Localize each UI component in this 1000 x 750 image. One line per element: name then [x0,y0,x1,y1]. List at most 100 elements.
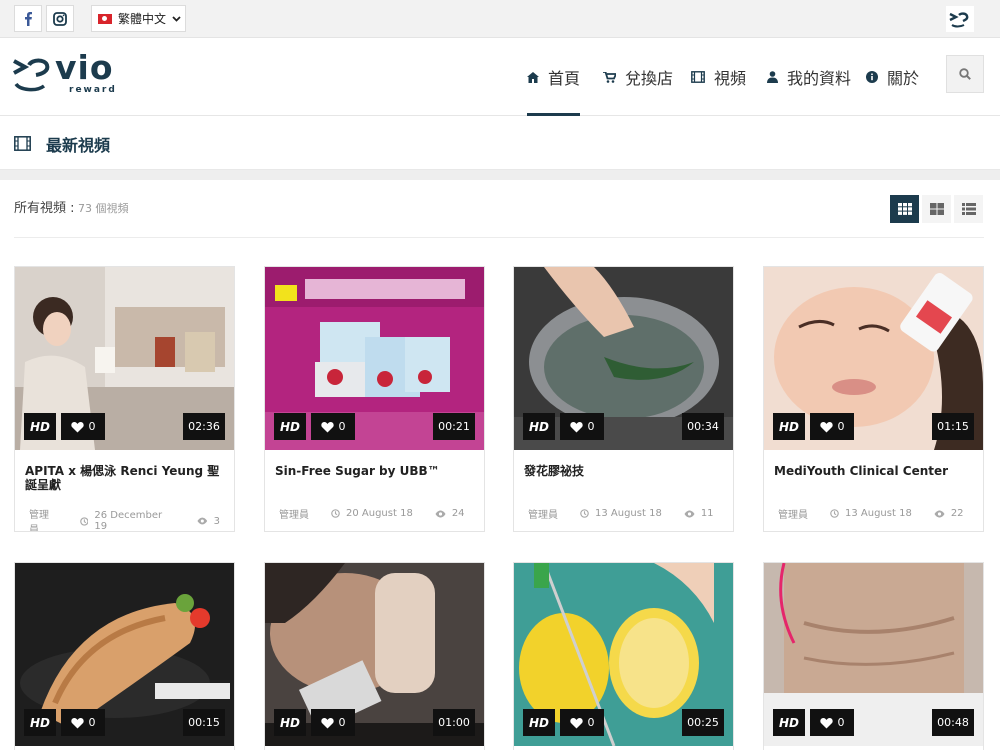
nav-about[interactable]: 關於 [866,38,919,116]
hd-badge: HD [24,413,56,440]
hd-badge: HD [523,709,555,736]
eye-icon [197,517,208,525]
nav-videos-label: 視頻 [714,69,747,88]
video-card[interactable]: HD 0 02:36 APITA x 楊偲泳 Renci Yeung 聖誕呈獻 … [14,266,235,532]
video-meta: 管理員 26 December 19 3 [15,500,234,532]
video-meta: 管理員 13 August 18 11 [514,500,733,531]
like-button[interactable]: 0 [61,413,105,440]
publish-date: 26 December 19 [94,510,163,532]
video-thumbnail[interactable]: HD 0 01:15 [764,267,983,450]
video-count-label: 所有視頻 : [14,201,75,216]
hd-badge: HD [523,413,555,440]
nav-home-label: 首頁 [548,69,581,88]
grid-large-icon [929,203,944,215]
view-count: 24 [451,508,465,519]
video-thumbnail[interactable]: HD 0 00:34 [514,267,733,450]
like-button[interactable]: 0 [560,413,604,440]
mini-logo-icon[interactable] [946,6,974,32]
nav-about-label: 關於 [887,69,920,88]
hd-badge: HD [274,709,306,736]
hd-badge: HD [773,709,805,736]
grid-small-icon [897,203,912,215]
video-card[interactable]: HD 0 00:15 [14,562,235,750]
video-card[interactable]: HD 0 00:21 Sin-Free Sugar by UBB™ 管理員 20… [264,266,485,532]
top-bar: 繁體中文 [0,0,1000,38]
video-title[interactable]: 發花膠祕技 [514,450,733,500]
list-view-button[interactable] [954,195,983,223]
like-count: 0 [587,716,595,729]
duration-badge: 00:25 [682,709,724,736]
cart-icon [603,71,616,83]
heart-icon [569,717,583,728]
author-name: 管理員 [778,510,808,521]
duration-badge: 00:48 [932,709,974,736]
like-count: 0 [837,420,845,433]
hd-badge: HD [274,413,306,440]
nav-shop[interactable]: 兌換店 [603,38,673,116]
nav-profile[interactable]: 我的資料 [767,38,851,116]
video-meta: 管理員 20 August 18 24 [265,500,484,531]
listing-divider [14,237,984,238]
logo-text: vio [55,48,114,87]
video-meta: 管理員 13 August 18 22 [764,500,983,531]
like-count: 0 [338,716,346,729]
like-count: 0 [837,716,845,729]
section-gap [0,170,1000,180]
publish-date: 20 August 18 [346,508,413,519]
language-label: 繁體中文 [118,12,167,26]
like-button[interactable]: 0 [560,709,604,736]
video-card[interactable]: HD 0 00:48 [763,562,984,750]
eye-icon [684,510,695,517]
video-title[interactable]: MediYouth Clinical Center [764,450,983,500]
video-thumbnail[interactable]: HD 0 00:48 [764,563,983,746]
video-card[interactable]: HD 0 00:25 [513,562,734,750]
author-name: 管理員 [528,510,558,521]
nav-videos[interactable]: 視頻 [691,38,746,116]
like-button[interactable]: 0 [311,709,355,736]
duration-badge: 01:15 [932,413,974,440]
video-card[interactable]: HD 0 00:34 發花膠祕技 管理員 13 August 18 11 [513,266,734,532]
heart-icon [569,421,583,432]
like-button[interactable]: 0 [810,413,854,440]
publish-date: 13 August 18 [595,508,662,519]
like-button[interactable]: 0 [810,709,854,736]
large-grid-view-button[interactable] [922,195,951,223]
video-thumbnail[interactable]: HD 0 00:21 [265,267,484,450]
video-card[interactable]: HD 0 01:15 MediYouth Clinical Center 管理員… [763,266,984,532]
search-button[interactable] [946,55,984,93]
video-thumbnail[interactable]: HD 0 01:00 [265,563,484,746]
like-button[interactable]: 0 [311,413,355,440]
instagram-icon [53,11,67,26]
instagram-link[interactable] [46,5,74,32]
like-count: 0 [587,420,595,433]
grid-view-button[interactable] [890,195,919,223]
video-title[interactable]: Sin-Free Sugar by UBB™ [265,450,484,500]
video-card[interactable]: HD 0 01:00 [264,562,485,750]
heart-icon [70,717,84,728]
publish-date: 13 August 18 [845,508,912,519]
like-count: 0 [338,420,346,433]
hd-badge: HD [773,413,805,440]
video-thumbnail[interactable]: HD 0 00:15 [15,563,234,746]
like-button[interactable]: 0 [61,709,105,736]
language-select[interactable]: 繁體中文 [91,5,186,32]
nav-home[interactable]: 首頁 [527,38,581,116]
facebook-link[interactable] [14,5,42,32]
section-header: 最新視頻 [0,117,1000,170]
view-count: 3 [213,515,220,527]
home-icon [527,71,539,83]
view-count: 11 [700,508,714,519]
like-count: 0 [88,716,96,729]
user-icon [767,71,778,83]
brand-logo[interactable]: vio reward [13,48,123,101]
video-thumbnail[interactable]: HD 0 00:25 [514,563,733,746]
duration-badge: 00:15 [183,709,225,736]
video-title[interactable]: APITA x 楊偲泳 Renci Yeung 聖誕呈獻 [15,450,234,500]
like-count: 0 [88,420,96,433]
clock-icon [331,509,340,518]
duration-badge: 00:21 [433,413,475,440]
heart-icon [819,717,833,728]
duration-badge: 01:00 [433,709,475,736]
search-icon [959,68,971,80]
video-thumbnail[interactable]: HD 0 02:36 [15,267,234,450]
